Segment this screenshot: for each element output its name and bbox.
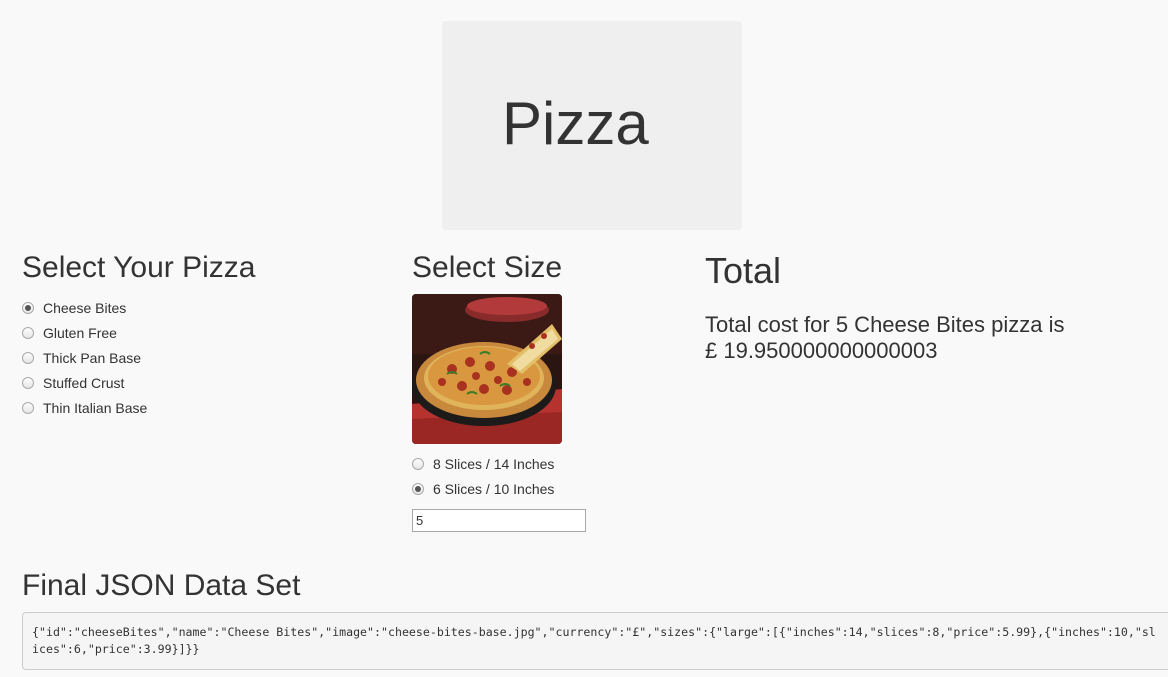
size-option-14-inches[interactable]: 8 Slices / 14 Inches [412,451,662,476]
pizza-options-list: Cheese Bites Gluten Free Thick Pan Base … [22,295,362,420]
radio-button[interactable] [22,376,34,389]
pizza-image [412,294,562,444]
json-section-title: Final JSON Data Set [22,569,301,602]
radio-button[interactable] [412,457,424,470]
size-selection-section: Select Size 8 Slices / 14 Inches 6 Slice… [412,250,662,532]
quantity-input[interactable] [412,509,586,532]
pizza-selection-section: Select Your Pizza Cheese Bites Gluten Fr… [22,250,362,420]
pizza-section-title: Select Your Pizza [22,251,256,284]
json-output: {"id":"cheeseBites","name":"Cheese Bites… [22,612,1168,670]
size-option-10-inches[interactable]: 6 Slices / 10 Inches [412,476,662,501]
size-section-title: Select Size [412,251,563,284]
pizza-option-label: Thick Pan Base [43,349,142,366]
header-jumbotron: Pizza [442,21,742,230]
pizza-option-thick-pan-base[interactable]: Thick Pan Base [22,345,362,370]
total-section: Total Total cost for 5 Cheese Bites pizz… [705,250,1145,364]
pizza-option-thin-italian-base[interactable]: Thin Italian Base [22,395,362,420]
size-option-label: 8 Slices / 14 Inches [433,455,555,472]
total-section-title: Total [705,250,782,291]
pizza-option-cheese-bites[interactable]: Cheese Bites [22,295,362,320]
radio-button[interactable] [412,482,424,495]
page: Pizza Select Your Pizza Cheese Bites Glu… [0,0,1168,677]
pizza-option-stuffed-crust[interactable]: Stuffed Crust [22,370,362,395]
size-options-list: 8 Slices / 14 Inches 6 Slices / 10 Inche… [412,451,662,501]
radio-button[interactable] [22,401,34,414]
pizza-option-label: Stuffed Crust [43,374,125,391]
radio-button[interactable] [22,351,34,364]
pizza-option-label: Thin Italian Base [43,399,148,416]
radio-button[interactable] [22,326,34,339]
total-cost-text: Total cost for 5 Cheese Bites pizza is £… [705,312,1065,363]
pizza-option-gluten-free[interactable]: Gluten Free [22,320,362,345]
pizza-option-label: Cheese Bites [43,299,127,316]
json-data-section: Final JSON Data Set {"id":"cheeseBites",… [22,568,1168,677]
page-title: Pizza [502,90,649,157]
pizza-option-label: Gluten Free [43,324,117,341]
radio-button[interactable] [22,301,34,314]
size-option-label: 6 Slices / 10 Inches [433,480,555,497]
